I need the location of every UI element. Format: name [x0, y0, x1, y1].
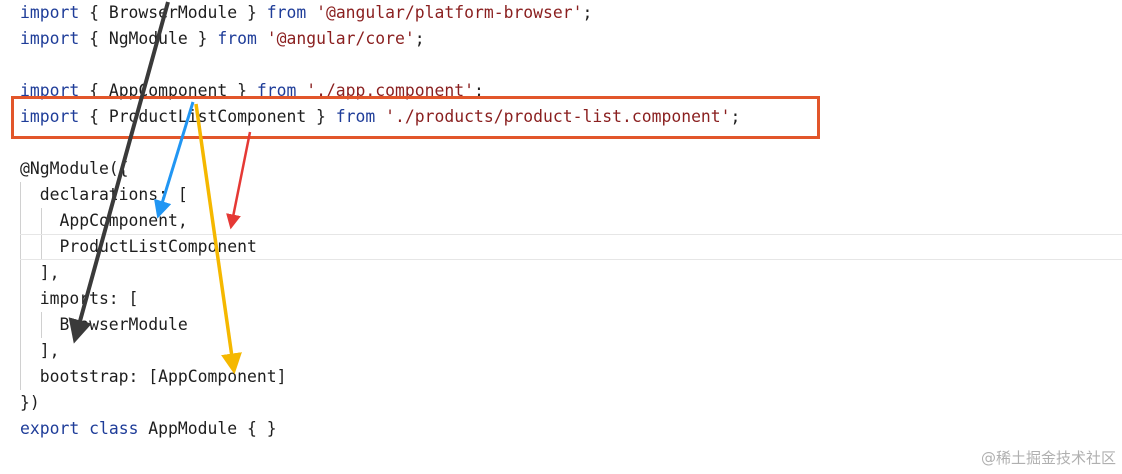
string-literal: '@angular/core': [266, 29, 415, 48]
keyword: import: [20, 29, 80, 48]
code-line-8: ProductListComponent: [20, 237, 257, 256]
code-line-14: }): [20, 393, 40, 412]
keyword: class: [89, 419, 139, 438]
code-line-13: bootstrap: [AppComponent]: [20, 367, 287, 386]
code-line-11: BrowserModule: [20, 315, 188, 334]
watermark: @稀土掘金技术社区: [980, 449, 1116, 467]
code-line-5: @NgModule({: [20, 159, 129, 178]
code-line-12: ],: [20, 341, 60, 360]
code-editor: import { BrowserModule } from '@angular/…: [0, 0, 1122, 474]
keyword: import: [20, 3, 80, 22]
code-line-10: imports: [: [20, 289, 139, 308]
code-line-6: declarations: [: [20, 185, 188, 204]
red-arrow: [226, 131, 252, 230]
code-line-7: AppComponent,: [20, 211, 188, 230]
keyword: export: [20, 419, 80, 438]
keyword: from: [217, 29, 257, 48]
code-line-9: ],: [20, 263, 60, 282]
string-literal: '@angular/platform-browser': [316, 3, 583, 22]
code-line-15: export class AppModule { }: [20, 419, 277, 438]
code-line-1: import { BrowserModule } from '@angular/…: [20, 3, 593, 22]
code-line-2: import { NgModule } from '@angular/core'…: [20, 29, 425, 48]
highlight-box: [11, 96, 820, 139]
keyword: from: [266, 3, 307, 22]
